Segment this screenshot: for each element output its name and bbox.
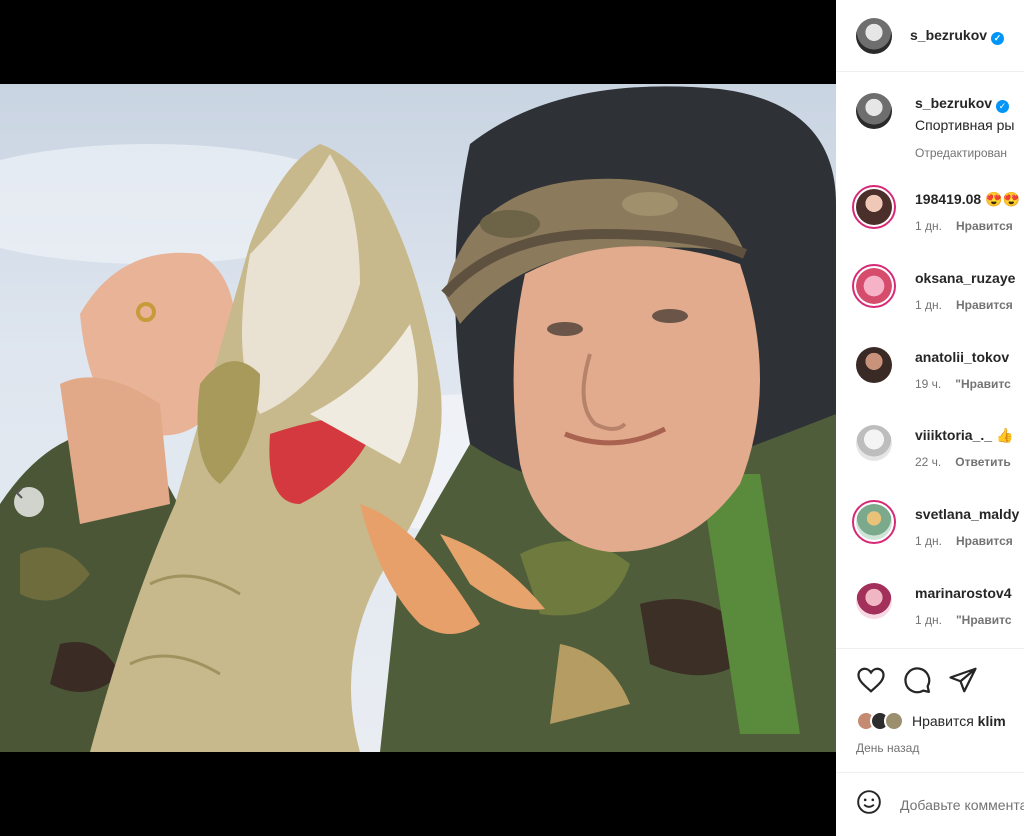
post-sidebar: s_bezrukov ✓ s_bezrukov ✓ Спортивная ры От… — [836, 0, 1024, 836]
comment-meta: 22 ч. Ответить — [915, 455, 1011, 469]
smiley-icon — [857, 790, 881, 814]
share-button[interactable] — [948, 665, 978, 695]
verified-badge-icon: ✓ — [991, 31, 1005, 45]
commenter-avatar[interactable] — [856, 583, 892, 619]
comment-text: viiiktoria_._ 👍 — [915, 427, 1013, 444]
carousel-prev-button[interactable] — [14, 487, 44, 517]
likes-prefix: Нравится — [912, 713, 974, 729]
caption-author[interactable]: s_bezrukov ✓ — [915, 95, 1010, 113]
comment-text: anatolii_tokov — [915, 349, 1009, 365]
post-header: s_bezrukov ✓ — [836, 0, 1024, 72]
comment-composer — [836, 772, 1024, 836]
emoji-button[interactable] — [856, 789, 882, 820]
paper-plane-icon — [949, 667, 977, 693]
comment-time: 1 дн. — [915, 298, 942, 312]
chevron-left-icon — [15, 487, 23, 499]
comment-meta: 19 ч. "Нравитс — [915, 377, 1011, 391]
caption-author-text: s_bezrukov — [915, 95, 993, 111]
author-avatar[interactable] — [856, 93, 892, 129]
post-actions: Нравится klim День назад — [836, 648, 1024, 772]
liker-avatar — [884, 711, 904, 731]
post-date[interactable]: День назад — [856, 741, 919, 755]
comment-like-link[interactable]: "Нравитс — [956, 613, 1012, 627]
comment-meta: 1 дн. "Нравитс — [915, 613, 1012, 627]
heart-icon — [857, 667, 885, 693]
comment-time: 1 дн. — [915, 219, 942, 233]
comment-username[interactable]: oksana_ruzaye — [915, 270, 1015, 286]
comment-like-link[interactable]: "Нравитс — [955, 377, 1011, 391]
comment-body: 😍😍 — [985, 191, 1020, 207]
commenter-avatar[interactable] — [856, 347, 892, 383]
comment-time: 22 ч. — [915, 455, 942, 469]
comment-time: 1 дн. — [915, 613, 942, 627]
comment-like-link[interactable]: Нравится — [956, 219, 1013, 233]
comment-button[interactable] — [902, 665, 932, 695]
comment-text: marinarostov4 — [915, 585, 1011, 601]
comment-like-link[interactable]: Нравится — [956, 534, 1013, 548]
post-media-panel — [0, 0, 836, 836]
verified-badge-icon: ✓ — [996, 100, 1010, 113]
like-button[interactable] — [856, 665, 886, 695]
comment-username[interactable]: 198419.08 — [915, 191, 981, 207]
comment-body: 👍 — [995, 427, 1014, 443]
likes-user[interactable]: klim — [978, 713, 1006, 729]
post-photo[interactable] — [0, 84, 836, 752]
comment-time: 19 ч. — [915, 377, 942, 391]
edited-label: Отредактирован — [915, 146, 1008, 160]
comment-meta: 1 дн. Нравится — [915, 534, 1013, 548]
comment-bubble-icon — [904, 667, 931, 694]
commenter-avatar[interactable] — [852, 264, 896, 308]
author-avatar[interactable] — [856, 17, 892, 54]
commenter-avatar[interactable] — [852, 500, 896, 544]
likes-text: Нравится klim — [912, 713, 1006, 729]
comment-text: 198419.08 😍😍 — [915, 191, 1020, 208]
comment-text: svetlana_maldy — [915, 506, 1019, 522]
commenter-avatar[interactable] — [856, 425, 892, 461]
comment-username[interactable]: viiiktoria_._ — [915, 427, 992, 443]
likes-summary[interactable]: Нравится klim — [856, 711, 1006, 731]
action-icons — [856, 665, 978, 695]
author-username-text: s_bezrukov — [910, 26, 988, 43]
commenter-avatar[interactable] — [852, 185, 896, 229]
comment-username[interactable]: marinarostov4 — [915, 585, 1011, 601]
comment-text: oksana_ruzaye — [915, 270, 1015, 286]
comment-time: 1 дн. — [915, 534, 942, 548]
comment-username[interactable]: svetlana_maldy — [915, 506, 1019, 522]
comment-reply-link[interactable]: Ответить — [955, 455, 1010, 469]
comment-like-link[interactable]: Нравится — [956, 298, 1013, 312]
caption-text: Спортивная ры — [915, 117, 1015, 133]
comment-username[interactable]: anatolii_tokov — [915, 349, 1009, 365]
author-username[interactable]: s_bezrukov ✓ — [910, 26, 1005, 45]
photo-illustration — [0, 86, 836, 752]
comment-input[interactable] — [900, 796, 1024, 813]
comment-meta: 1 дн. Нравится — [915, 219, 1013, 233]
comment-meta: 1 дн. Нравится — [915, 298, 1013, 312]
